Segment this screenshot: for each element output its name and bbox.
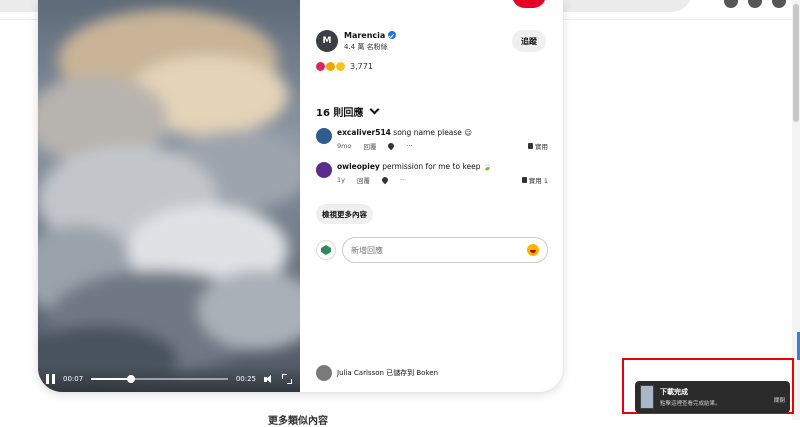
volume-icon[interactable] xyxy=(264,374,274,384)
comment-input[interactable]: 新增回應 xyxy=(342,237,548,263)
video-controls: 00:07 00:25 xyxy=(38,366,300,392)
comment-text: song name please ☺ xyxy=(393,128,473,137)
video-progress-bar[interactable] xyxy=(91,375,228,383)
author-avatar[interactable]: M xyxy=(316,30,338,52)
comment-avatar[interactable] xyxy=(316,128,332,144)
top-icons xyxy=(724,0,786,8)
view-more-button[interactable]: 檢視更多內容 xyxy=(316,204,373,224)
useful-label: 實用 1 xyxy=(528,177,548,185)
author-name[interactable]: Marencia xyxy=(344,31,385,40)
details-panel: M Marencia 4.4 萬 名粉絲 追蹤 3,771 16 則回應 exc… xyxy=(316,0,548,392)
wow-reaction-icon xyxy=(326,62,335,71)
video-player[interactable]: 00:07 00:25 xyxy=(38,0,300,392)
fullscreen-icon[interactable] xyxy=(282,374,292,384)
comment-text: permission for me to keep 🍃 xyxy=(382,162,493,171)
toast-subtitle: 點擊這裡查看完成結果。 xyxy=(660,401,721,407)
save-button[interactable] xyxy=(512,0,546,8)
comment-item: excaliver514 song name please ☺ 9mo 回覆 ·… xyxy=(316,128,548,151)
comment-placeholder: 新增回應 xyxy=(351,245,383,255)
pin-card: 00:07 00:25 M Marencia 4.4 萬 名粉絲 追蹤 3,77… xyxy=(38,0,563,392)
useful-button[interactable]: 實用 1 xyxy=(521,175,548,185)
toast-title: 下載完成 xyxy=(660,388,688,396)
more-options-icon[interactable]: ··· xyxy=(400,176,406,184)
laugh-reaction-icon xyxy=(336,62,345,71)
account-icon[interactable] xyxy=(772,0,786,8)
verified-badge-icon xyxy=(388,31,397,39)
toast-close-button[interactable]: 關閉 xyxy=(774,396,785,404)
messages-icon[interactable] xyxy=(748,0,762,8)
comment-user[interactable]: owleopiey xyxy=(337,162,380,171)
chevron-down-icon[interactable] xyxy=(369,104,380,115)
reply-button[interactable]: 回覆 xyxy=(363,141,376,151)
comment-item: owleopiey permission for me to keep 🍃 1y… xyxy=(316,162,548,185)
current-time: 00:07 xyxy=(63,375,84,383)
progress-fill xyxy=(91,378,131,380)
user-avatar[interactable] xyxy=(316,240,336,260)
heart-reaction-icon xyxy=(316,62,325,71)
follower-count: 4.4 萬 名粉絲 xyxy=(344,42,388,51)
scrollbar-thumb[interactable] xyxy=(793,4,799,122)
like-icon[interactable] xyxy=(387,141,396,151)
emoji-icon[interactable] xyxy=(527,244,539,256)
progress-handle[interactable] xyxy=(126,375,135,383)
comment-time: 1y xyxy=(337,176,345,184)
useful-label: 實用 xyxy=(535,143,548,151)
author-info: M Marencia 4.4 萬 名粉絲 xyxy=(316,30,397,52)
duration: 00:25 xyxy=(235,375,256,383)
add-comment-row: 新增回應 xyxy=(316,237,548,263)
reply-button[interactable]: 回覆 xyxy=(357,175,370,185)
notification-icon[interactable] xyxy=(724,0,738,8)
comment-time: 9mo xyxy=(337,142,352,150)
pause-icon[interactable] xyxy=(46,374,55,384)
thumbs-up-icon xyxy=(528,143,533,149)
follow-button[interactable]: 追蹤 xyxy=(512,30,546,52)
comment-avatar[interactable] xyxy=(316,162,332,178)
comment-user[interactable]: excaliver514 xyxy=(337,128,391,137)
video-frame xyxy=(38,0,300,392)
comment-count: 16 則回應 xyxy=(316,108,364,119)
saved-by-text: Julia Carlsson 已儲存到 Boken xyxy=(337,369,439,377)
reaction-count: 3,771 xyxy=(350,62,373,71)
saved-by: Julia Carlsson 已儲存到 Boken xyxy=(316,365,438,381)
comments-header[interactable]: 16 則回應 xyxy=(316,104,380,119)
reactions[interactable]: 3,771 xyxy=(316,62,373,71)
useful-button[interactable]: 實用 xyxy=(528,141,548,151)
download-toast[interactable]: 下載完成 點擊這裡查看完成結果。 關閉 xyxy=(635,381,790,413)
saver-avatar[interactable] xyxy=(316,365,332,381)
more-options-icon[interactable]: ··· xyxy=(406,142,412,150)
thumbs-up-icon xyxy=(521,177,527,183)
toast-thumbnail xyxy=(640,385,654,409)
like-icon[interactable] xyxy=(380,175,390,185)
